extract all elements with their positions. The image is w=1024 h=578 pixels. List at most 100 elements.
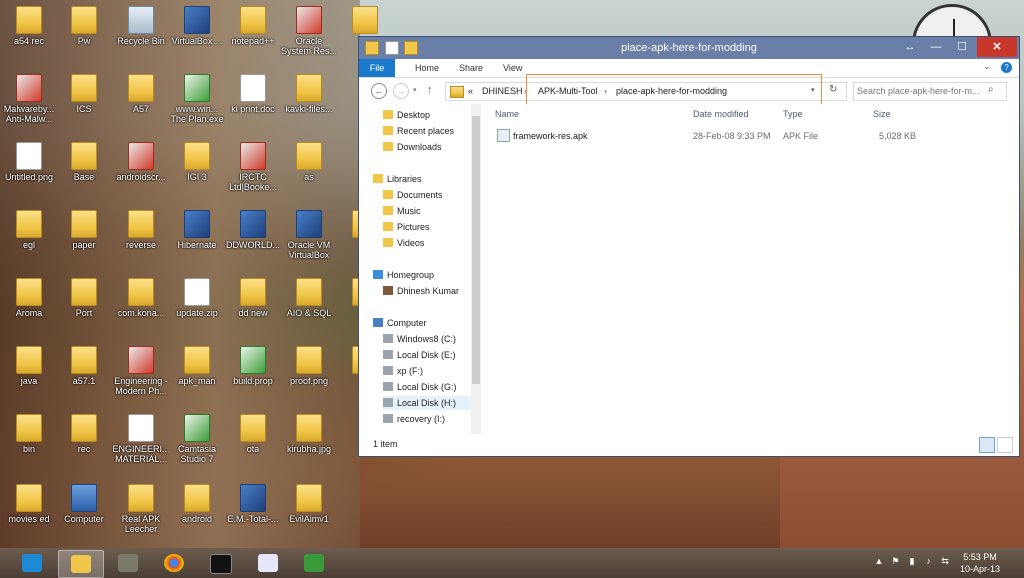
expand-ribbon-icon[interactable]: ⌄ [983, 61, 991, 72]
desktop-icon[interactable]: Aroma [0, 278, 58, 318]
desktop-icon[interactable]: update.zip [168, 278, 226, 318]
taskbar-utility[interactable] [292, 550, 336, 576]
desktop-icon[interactable]: ICS [55, 74, 113, 114]
tab-view[interactable]: View [503, 59, 522, 77]
battery-icon[interactable]: ▮ [907, 556, 917, 566]
large-icons-view-button[interactable] [997, 437, 1013, 453]
desktop-icon[interactable]: Untitled.png [0, 142, 58, 182]
desktop-icon[interactable]: build.prop [224, 346, 282, 386]
nav-item[interactable]: Downloads [383, 140, 471, 154]
search-icon[interactable]: ⌕ [988, 84, 994, 95]
taskbar-chrome[interactable] [152, 550, 196, 576]
desktop-icon[interactable]: Oracle VM VirtualBox [280, 210, 338, 260]
refresh-icon[interactable]: ↻ [829, 84, 837, 95]
desktop-icon[interactable]: Real APK Leecher [112, 484, 170, 534]
breadcrumb-dhinesh[interactable]: DHINESH [482, 86, 523, 96]
desktop-icon[interactable]: notepad++ [224, 6, 282, 46]
nav-item[interactable]: Homegroup [373, 268, 471, 282]
taskbar-paint[interactable] [246, 550, 290, 576]
details-view-button[interactable] [979, 437, 995, 453]
search-input[interactable] [854, 83, 985, 98]
nav-item[interactable]: Windows8 (C:) [383, 332, 471, 346]
desktop-icon[interactable]: a54 rec [0, 6, 58, 46]
nav-item[interactable]: recovery (I:) [383, 412, 471, 426]
tab-file[interactable]: File [359, 59, 395, 77]
desktop-icon[interactable]: Port [55, 278, 113, 318]
desktop-icon[interactable]: IGI 3 [168, 142, 226, 182]
desktop-icon[interactable]: IRCTC Ltd|Booke... [224, 142, 282, 192]
nav-item[interactable]: Computer [373, 316, 471, 330]
desktop-icon[interactable]: apk_man [168, 346, 226, 386]
tab-share[interactable]: Share [459, 59, 483, 77]
desktop-icon[interactable]: DDWORLD... [224, 210, 282, 250]
desktop-icon[interactable]: kirubha.jpg [280, 414, 338, 454]
up-button[interactable]: ↑ [427, 84, 433, 96]
desktop-icon[interactable]: Recycle Bin [112, 6, 170, 46]
scrollbar-thumb[interactable] [472, 116, 480, 384]
desktop-icon[interactable]: androidscr... [112, 142, 170, 182]
desktop-icon[interactable]: rec [55, 414, 113, 454]
table-row[interactable]: framework-res.apk 28-Feb-08 9:33 PM APK … [483, 129, 1019, 144]
nav-item[interactable]: Dhinesh Kumar [383, 284, 471, 298]
nav-item[interactable]: Libraries [373, 172, 471, 186]
breadcrumb-overflow[interactable]: « [468, 86, 473, 96]
nav-item[interactable]: Videos [383, 236, 471, 250]
desktop-icon[interactable]: E.M.-Total-... [224, 484, 282, 524]
column-header-name[interactable]: Name [495, 109, 519, 119]
volume-icon[interactable]: ♪ [924, 556, 934, 566]
desktop-icon[interactable]: ota [224, 414, 282, 454]
minimize-button[interactable]: — [923, 37, 949, 57]
desktop-icon[interactable]: Base [55, 142, 113, 182]
column-header-date[interactable]: Date modified [693, 109, 749, 119]
desktop-icon[interactable]: ENGINEERI... MATERIAL... [112, 414, 170, 464]
desktop-icon[interactable]: as [280, 142, 338, 182]
forward-button[interactable]: → [393, 83, 409, 99]
desktop-icon[interactable]: Camtasia Studio 7 [168, 414, 226, 464]
title-bar[interactable]: place-apk-here-for-modding ↔ — ☐ ✕ [359, 37, 1019, 59]
address-bar[interactable]: « DHINESH › APK-Multi-Tool › place-apk-h… [445, 74, 847, 116]
show-hidden-icons-icon[interactable]: ▲ [874, 556, 884, 566]
recent-locations-dropdown[interactable]: ▾ [413, 86, 417, 94]
desktop-icon[interactable]: egl [0, 210, 58, 250]
nav-item[interactable]: Desktop [383, 108, 471, 122]
desktop-icon[interactable]: com.kona... [112, 278, 170, 318]
taskbar-clock[interactable]: 5:53 PM 10-Apr-13 [944, 551, 1016, 575]
desktop-icon[interactable]: AIO & SQL [280, 278, 338, 318]
desktop-icon[interactable]: bin [0, 414, 58, 454]
desktop-icon[interactable]: www.win... The Plan.exe [168, 74, 226, 124]
flag-icon[interactable]: ⚑ [891, 556, 901, 566]
tab-home[interactable]: Home [415, 59, 439, 77]
taskbar-internet-explorer[interactable] [10, 550, 54, 576]
nav-item[interactable]: Local Disk (H:) [383, 396, 471, 410]
nav-item[interactable]: Local Disk (G:) [383, 380, 471, 394]
taskbar-game[interactable] [106, 550, 150, 576]
back-button[interactable]: ← [371, 83, 387, 99]
nav-item[interactable]: Local Disk (E:) [383, 348, 471, 362]
desktop-icon[interactable]: android [168, 484, 226, 524]
close-button[interactable]: ✕ [977, 37, 1017, 57]
nav-item[interactable]: Recent places [383, 124, 471, 138]
desktop-icon[interactable]: Pw [55, 6, 113, 46]
taskbar-command-prompt[interactable] [198, 550, 242, 576]
desktop-icon[interactable]: java [0, 346, 58, 386]
taskbar-file-explorer[interactable] [58, 550, 104, 578]
address-dropdown[interactable]: ▾ [811, 86, 815, 94]
desktop-icon[interactable]: kavki-files... [280, 74, 338, 114]
help-icon[interactable]: ? [1001, 62, 1012, 73]
nav-item[interactable]: Documents [383, 188, 471, 202]
desktop-icon[interactable]: ki print.doc [224, 74, 282, 114]
nav-item[interactable]: Music [383, 204, 471, 218]
nav-item[interactable]: Pictures [383, 220, 471, 234]
desktop-icon[interactable]: VirtualBox ... [168, 6, 226, 46]
nav-item[interactable]: xp (F:) [383, 364, 471, 378]
desktop-icon[interactable]: reverse [112, 210, 170, 250]
desktop-icon[interactable]: dd new [224, 278, 282, 318]
desktop-icon[interactable]: Engineering - Modern Ph... [112, 346, 170, 396]
file-name[interactable]: framework-res.apk [513, 131, 588, 141]
desktop-icon[interactable]: proof.png [280, 346, 338, 386]
desktop-icon[interactable]: A57 [112, 74, 170, 114]
desktop-icon[interactable]: Computer [55, 484, 113, 524]
desktop-icon[interactable]: movies ed [0, 484, 58, 524]
nav-scrollbar[interactable] [471, 104, 481, 434]
desktop-icon[interactable]: paper [55, 210, 113, 250]
